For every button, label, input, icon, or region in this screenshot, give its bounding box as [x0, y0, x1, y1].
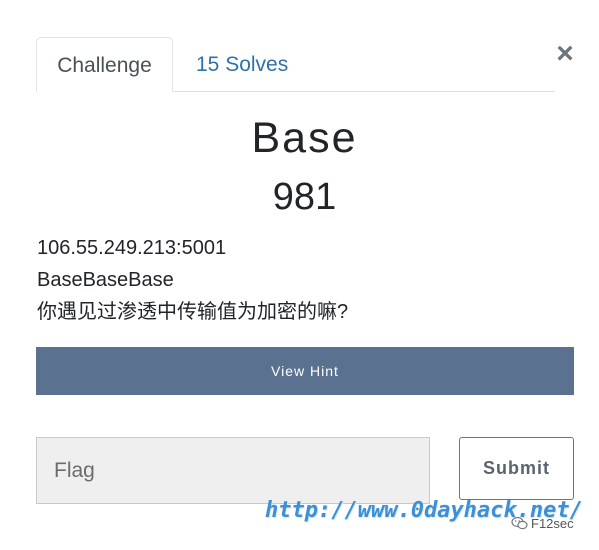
description-line: 你遇见过渗透中传输值为加密的嘛?	[37, 301, 349, 323]
wechat-icon	[511, 516, 528, 530]
flag-input[interactable]	[36, 437, 430, 504]
description-line: 106.55.249.213:5001	[37, 237, 227, 259]
challenge-description: 106.55.249.213:5001 BaseBaseBase 你遇见过渗透中…	[37, 232, 567, 328]
tab-challenge[interactable]: Challenge	[36, 37, 173, 92]
watermark-brand: F12sec	[511, 516, 574, 531]
tab-solves[interactable]: 15 Solves	[196, 37, 288, 92]
challenge-modal: Challenge 15 Solves × Base 981 106.55.24…	[0, 0, 599, 550]
description-line: BaseBaseBase	[37, 269, 174, 291]
watermark-brand-label: F12sec	[531, 516, 574, 531]
challenge-name: Base	[251, 114, 358, 162]
view-hint-button[interactable]: View Hint	[36, 347, 574, 395]
submit-button[interactable]: Submit	[459, 437, 574, 500]
close-icon[interactable]: ×	[553, 39, 577, 69]
challenge-tabs: Challenge 15 Solves	[36, 37, 555, 92]
challenge-value: 981	[272, 176, 337, 218]
